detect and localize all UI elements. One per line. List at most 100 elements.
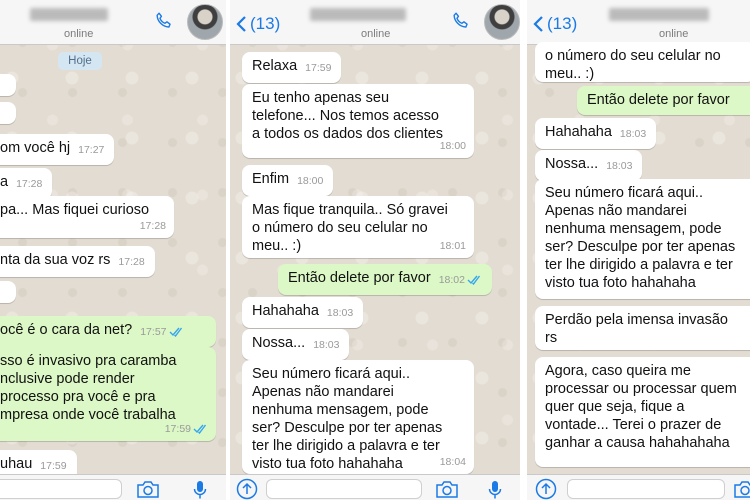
message-time: 17:59: [164, 423, 191, 435]
message-bubble-incoming[interactable]: Eu tenho apenas seu telefone... Nos temo…: [242, 84, 474, 158]
chat-header: (13) online: [527, 0, 750, 45]
chat-header: (13) online: [230, 0, 520, 45]
message-input-bar: [527, 474, 750, 500]
message-bubble-incoming[interactable]: Hahahaha 18:03: [242, 297, 364, 328]
message-text: Seu número ficará aqui.. Apenas não mand…: [252, 366, 443, 472]
message-bubble-incoming[interactable]: Seu número ficará aqui.. Apenas não mand…: [242, 360, 474, 474]
message-bubble-incoming[interactable]: om você hj 17:27: [0, 134, 115, 165]
contact-status: online: [64, 28, 94, 40]
message-bubble-outgoing[interactable]: sso é invasivo pra caramba nclusive pode…: [0, 347, 216, 441]
message-bubble-incoming[interactable]: [0, 74, 16, 96]
back-button[interactable]: (13): [533, 14, 577, 34]
chevron-left-icon: [533, 16, 543, 32]
avatar[interactable]: [187, 4, 223, 40]
chat-panel-left: online Hoje om você hj 17:27 a 17:28 pa...…: [0, 0, 226, 500]
message-time: 18:02: [438, 274, 465, 286]
message-time: 18:03: [313, 339, 340, 351]
contact-name-redacted[interactable]: [310, 8, 406, 21]
message-time: 17:28: [16, 178, 43, 190]
message-input[interactable]: [0, 479, 122, 499]
avatar[interactable]: [484, 4, 520, 40]
back-count: (13): [547, 14, 578, 33]
message-input[interactable]: [567, 479, 725, 499]
message-time: 18:00: [297, 175, 324, 187]
microphone-icon[interactable]: [488, 480, 502, 500]
double-check-icon: [193, 424, 207, 434]
message-time: 17:28: [118, 256, 145, 268]
message-bubble-outgoing[interactable]: Então delete por favor: [577, 86, 750, 115]
chat-header: online: [0, 0, 226, 45]
message-time: 18:03: [606, 160, 633, 172]
message-text: Eu tenho apenas seu telefone... Nos temo…: [252, 90, 444, 142]
message-text: om você hj: [0, 140, 71, 156]
message-bubble-incoming[interactable]: [0, 281, 16, 303]
chat-panel-middle: (13) online Relaxa 17:59 Eu tenho apenas …: [230, 0, 520, 500]
message-bubble-incoming[interactable]: Mas fique tranquila.. Só gravei o número…: [242, 196, 474, 258]
message-meta: 17:59: [165, 420, 208, 438]
share-icon[interactable]: [535, 478, 557, 500]
message-time: 17:28: [139, 220, 166, 232]
message-time: 17:27: [78, 144, 105, 156]
message-text: Seu número ficará aqui.. Apenas não mand…: [545, 185, 736, 291]
date-label: Hoje: [58, 52, 102, 70]
message-text: nta da sua voz rs: [0, 252, 111, 268]
double-check-icon: [467, 275, 481, 285]
message-text: Mas fique tranquila.. Só gravei o número…: [252, 202, 448, 254]
message-meta: 17:57: [140, 323, 183, 341]
message-text: a: [0, 174, 9, 190]
message-time: 18:00: [439, 140, 466, 152]
message-time: 18:03: [619, 128, 647, 140]
message-text: Nossa...: [252, 335, 306, 351]
camera-icon[interactable]: [136, 480, 160, 498]
contact-name-redacted[interactable]: [30, 8, 108, 21]
microphone-icon[interactable]: [193, 480, 207, 500]
message-bubble-outgoing[interactable]: Então delete por favor 18:02: [278, 264, 492, 295]
message-text: ocê é o cara da net?: [0, 322, 133, 338]
double-check-icon: [169, 327, 182, 337]
message-text: sso é invasivo pra caramba nclusive pode…: [0, 353, 177, 423]
message-text: uhau: [0, 456, 33, 472]
message-bubble-incoming[interactable]: [0, 102, 16, 124]
phone-icon[interactable]: [153, 10, 175, 32]
message-bubble-incoming[interactable]: a 17:28: [0, 168, 53, 199]
message-input[interactable]: [266, 479, 422, 499]
contact-status: online: [361, 28, 391, 40]
message-bubble-incoming[interactable]: Hahahaha 18:03: [535, 118, 657, 149]
message-bubble-incoming[interactable]: Nossa... 18:03: [242, 329, 350, 360]
back-count: (13): [250, 14, 281, 33]
message-bubble-incoming[interactable]: Relaxa 17:59: [242, 52, 342, 83]
message-text: Hahahaha: [252, 303, 319, 319]
message-time: 17:57: [140, 326, 167, 338]
chevron-left-icon: [236, 16, 246, 32]
message-text: Então delete por favor: [587, 92, 730, 108]
message-time: 18:03: [326, 307, 354, 319]
message-text: Nossa...: [545, 156, 599, 172]
message-bubble-incoming[interactable]: nta da sua voz rs 17:28: [0, 246, 155, 277]
divider: [520, 0, 527, 500]
message-bubble-incoming[interactable]: o número do seu celular no meu.. :): [535, 42, 750, 82]
message-bubble-incoming[interactable]: Enfim 18:00: [242, 165, 334, 196]
camera-icon[interactable]: [733, 480, 750, 498]
camera-icon[interactable]: [435, 480, 459, 498]
phone-icon[interactable]: [450, 10, 472, 32]
message-bubble-outgoing[interactable]: ocê é o cara da net? 17:57: [0, 316, 216, 347]
message-bubble-incoming[interactable]: Seu número ficará aqui.. Apenas não mand…: [535, 179, 750, 299]
message-bubble-incoming[interactable]: Nossa... 18:03: [535, 150, 643, 181]
message-input-bar: [0, 474, 226, 500]
message-time: 17:59: [305, 62, 332, 74]
message-input-bar: [230, 474, 520, 500]
contact-name-redacted[interactable]: [609, 8, 709, 21]
message-text: Hahahaha: [545, 124, 612, 140]
back-button[interactable]: (13): [236, 14, 280, 34]
message-text: Perdão pela imensa invasão rs: [545, 312, 728, 346]
message-text: Enfim: [252, 171, 290, 187]
message-text: Relaxa: [252, 58, 298, 74]
message-bubble-incoming[interactable]: pa... Mas fiquei curioso 17:28: [0, 196, 174, 238]
message-bubble-incoming[interactable]: Agora, caso queira me processar ou proce…: [535, 357, 750, 467]
share-icon[interactable]: [236, 478, 258, 500]
message-bubble-incoming[interactable]: Perdão pela imensa invasão rs: [535, 306, 750, 350]
message-meta: 18:02: [439, 271, 482, 289]
message-text: Então delete por favor: [288, 270, 431, 286]
message-time: 18:04: [439, 456, 466, 468]
message-text: pa... Mas fiquei curioso: [0, 202, 150, 218]
